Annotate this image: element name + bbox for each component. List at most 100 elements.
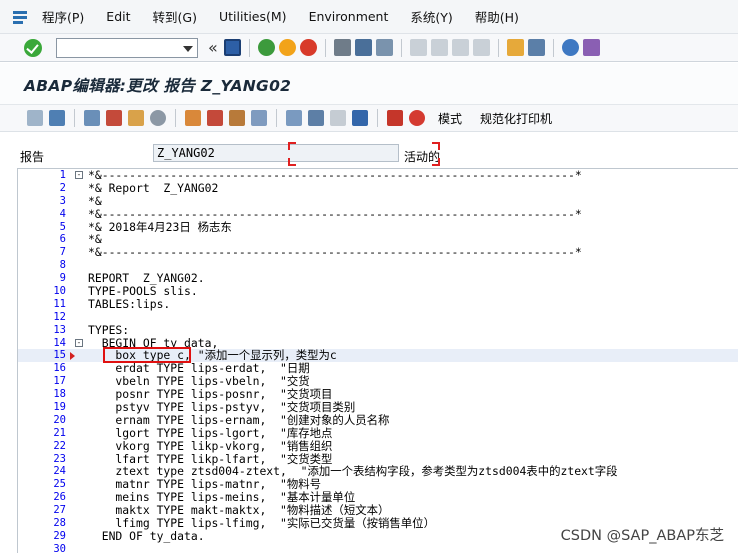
- print-icon[interactable]: [333, 39, 351, 56]
- focus-corner: [288, 142, 296, 150]
- code-line[interactable]: 2 *& Report Z_YANG02: [18, 181, 738, 195]
- mode-button[interactable]: 模式: [438, 110, 462, 127]
- menu-edit[interactable]: Edit: [106, 9, 130, 24]
- previous-page-icon[interactable]: [430, 39, 448, 56]
- menu-goto[interactable]: 转到(G): [153, 7, 197, 26]
- code-line[interactable]: 5 *& 2018年4月23日 杨志东: [18, 220, 738, 234]
- display-change-icon[interactable]: [84, 110, 100, 126]
- find-icon[interactable]: [354, 39, 372, 56]
- fold-toggle-icon[interactable]: -: [75, 171, 83, 179]
- line-number: 24: [53, 465, 66, 478]
- code-text: TYPE-POOLS slis.: [88, 284, 198, 299]
- create-session-icon[interactable]: [506, 39, 524, 56]
- line-number: 13: [53, 323, 66, 336]
- help-icon[interactable]: [561, 39, 579, 56]
- line-number: 28: [53, 517, 66, 530]
- object-list-icon[interactable]: [229, 110, 245, 126]
- report-name-field[interactable]: Z_YANG02: [153, 144, 399, 162]
- back-icon[interactable]: [257, 39, 275, 56]
- wand-icon[interactable]: [207, 110, 223, 126]
- line-number: 3: [59, 194, 66, 207]
- report-label: 报告: [20, 150, 45, 164]
- code-line[interactable]: 4 *&-------------------------------------…: [18, 207, 738, 221]
- stop-icon[interactable]: [409, 110, 425, 126]
- next-page-icon[interactable]: [451, 39, 469, 56]
- code-text: pstyv TYPE lips-pstyv, "交货项目类别: [88, 400, 356, 415]
- line-number: 25: [53, 478, 66, 491]
- line-number: 12: [53, 310, 66, 323]
- where-used-icon[interactable]: [185, 110, 201, 126]
- line-number: 29: [53, 529, 66, 542]
- code-line[interactable]: 10 TYPE-POOLS slis.: [18, 285, 738, 298]
- back-arrow-icon[interactable]: [27, 110, 43, 126]
- line-number: 7: [59, 246, 66, 259]
- page-title: ABAP编辑器:更改 报告 Z_YANG02: [24, 77, 292, 95]
- command-dropdown-icon[interactable]: [183, 45, 193, 52]
- code-line[interactable]: 11 TABLES:lips.: [18, 298, 738, 311]
- test-icon[interactable]: [150, 110, 166, 126]
- code-line[interactable]: 19 pstyv TYPE lips-pstyv, "交货项目类别: [18, 401, 738, 414]
- line-number: 27: [53, 504, 66, 517]
- menu-program[interactable]: 程序(P): [42, 7, 84, 26]
- line-number: 22: [53, 439, 66, 452]
- line-number: 21: [53, 426, 66, 439]
- pattern-icon[interactable]: [387, 110, 403, 126]
- collapse-toolbar-icon[interactable]: «: [208, 38, 218, 57]
- menu-environment[interactable]: Environment: [309, 9, 389, 24]
- line-number: 14: [53, 336, 66, 349]
- menu-system[interactable]: 系统(Y): [410, 7, 452, 26]
- code-line[interactable]: 3 *&: [18, 194, 738, 208]
- cancel-icon[interactable]: [299, 39, 317, 56]
- code-line[interactable]: 13 TYPES:: [18, 323, 738, 337]
- sap-menu-icon[interactable]: [10, 7, 30, 27]
- first-page-icon[interactable]: [409, 39, 427, 56]
- menu-bar: 程序(P) Edit 转到(G) Utilities(M) Environmen…: [0, 0, 738, 34]
- focus-corner: [288, 158, 296, 166]
- exit-icon[interactable]: [278, 39, 296, 56]
- code-text: *&--------------------------------------…: [88, 245, 582, 260]
- split-screen-icon[interactable]: [308, 110, 324, 126]
- forward-arrow-icon[interactable]: [49, 110, 65, 126]
- line-number: 20: [53, 413, 66, 426]
- customize-layout-icon[interactable]: [582, 39, 600, 56]
- shortcut-icon[interactable]: [527, 39, 545, 56]
- code-text: ernam TYPE lips-ernam, "创建对象的人员名称: [88, 412, 390, 427]
- standard-toolbar: «: [0, 34, 738, 62]
- find-next-icon[interactable]: [375, 39, 393, 56]
- code-text: lgort TYPE lips-lgort, "库存地点: [88, 425, 333, 440]
- menu-help[interactable]: 帮助(H): [475, 7, 519, 26]
- code-line[interactable]: 20 ernam TYPE lips-ernam, "创建对象的人员名称: [18, 414, 738, 427]
- hierarchy-icon[interactable]: [286, 110, 302, 126]
- last-page-icon[interactable]: [472, 39, 490, 56]
- focus-corner: [432, 158, 440, 166]
- code-line[interactable]: 1 - *&------------------------------------…: [18, 169, 738, 182]
- pretty-printer-button[interactable]: 规范化打印机: [480, 110, 552, 127]
- focus-corner: [432, 142, 440, 150]
- code-text: TABLES:lips.: [88, 296, 171, 311]
- line-number: 17: [53, 375, 66, 388]
- code-line[interactable]: 12: [18, 311, 738, 324]
- line-number: 1: [59, 169, 66, 181]
- line-number: 10: [53, 285, 66, 298]
- code-line[interactable]: 7 *&-------------------------------------…: [18, 246, 738, 259]
- line-number: 18: [53, 388, 66, 401]
- activate-icon[interactable]: [128, 110, 144, 126]
- code-line[interactable]: 22 vkorg TYPE likp-vkorg, "销售组织: [18, 439, 738, 453]
- info-icon[interactable]: [352, 110, 368, 126]
- command-field[interactable]: [56, 37, 198, 58]
- report-row: 报告 Z_YANG02 活动的: [0, 140, 738, 166]
- code-text: *&--------------------------------------…: [88, 168, 582, 182]
- save-icon[interactable]: [223, 39, 241, 56]
- fold-toggle-icon[interactable]: -: [75, 338, 83, 347]
- code-line[interactable]: 21 lgort TYPE lips-lgort, "库存地点: [18, 425, 738, 440]
- code-editor[interactable]: 1- *&------------------------------------…: [17, 168, 738, 553]
- breakpoint-icon[interactable]: [330, 110, 346, 126]
- menu-utilities[interactable]: Utilities(M): [219, 9, 287, 24]
- enter-check-icon[interactable]: [24, 38, 42, 57]
- current-line-marker-icon: [70, 352, 75, 361]
- check-syntax-icon[interactable]: [106, 110, 122, 126]
- navigation-icon[interactable]: [251, 110, 267, 126]
- line-number: 30: [53, 542, 66, 553]
- line-number: 19: [53, 401, 66, 414]
- line-number: 15: [53, 349, 66, 362]
